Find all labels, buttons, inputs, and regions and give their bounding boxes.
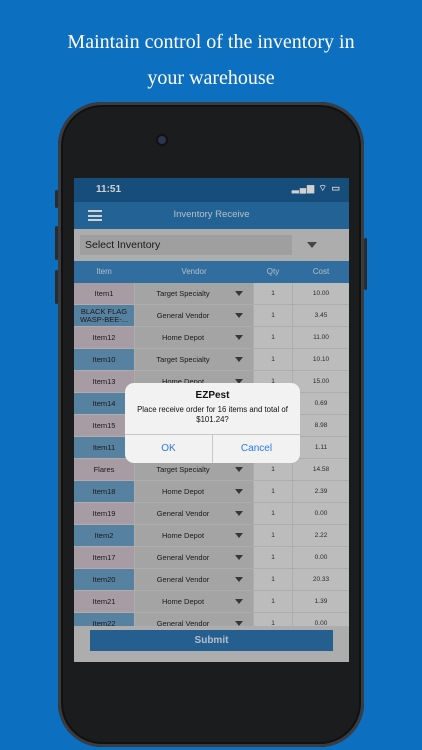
phone-power-button [364, 238, 367, 290]
ok-button[interactable]: OK [125, 435, 212, 463]
camera-icon [158, 136, 166, 144]
phone-volume-up [55, 226, 58, 260]
cancel-button[interactable]: Cancel [213, 435, 300, 463]
confirm-dialog: EZPest Place receive order for 16 items … [125, 383, 300, 463]
phone-mute-switch [55, 190, 58, 208]
app-screen: 11:51 ▂▄▆ ⌔ ▭ Inventory Receive Select I… [74, 178, 349, 662]
promo-line-2: your warehouse [147, 67, 275, 89]
dialog-title: EZPest [195, 390, 230, 401]
dialog-message: Place receive order for 16 items and tot… [137, 405, 288, 424]
promo-line-1: Maintain control of the inventory in [67, 31, 355, 53]
phone-volume-down [55, 270, 58, 304]
